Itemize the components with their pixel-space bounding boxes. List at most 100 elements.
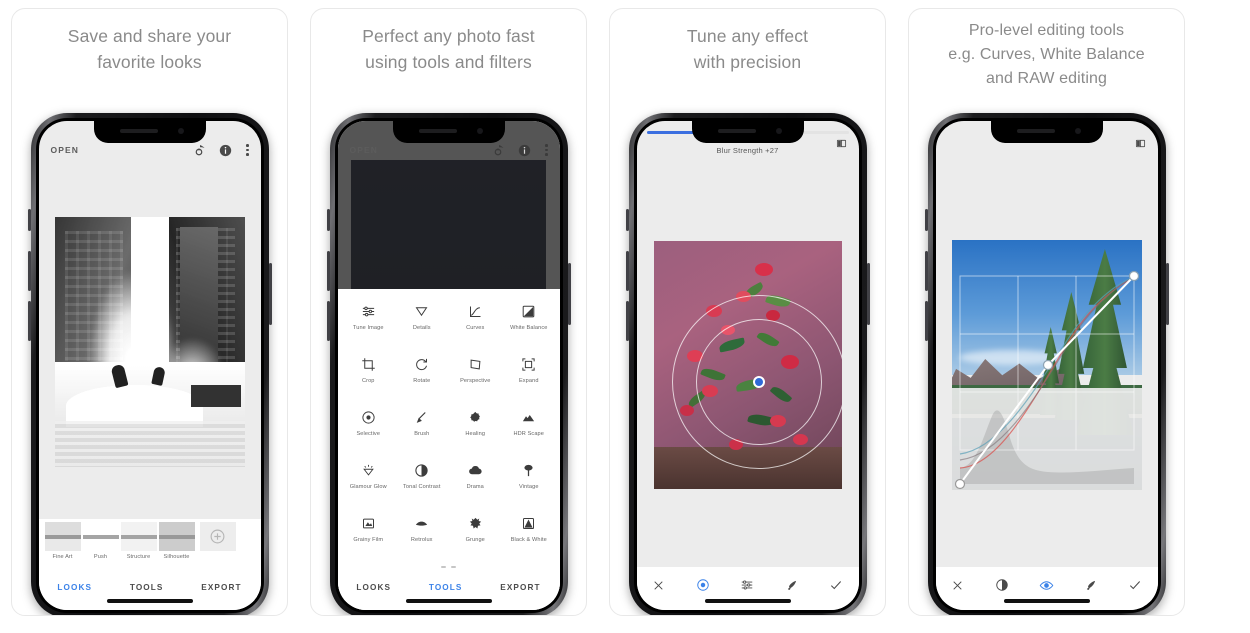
tools-grid[interactable]: Tune Image Details Curves — [338, 297, 560, 561]
gallery-card-2[interactable]: Perfect any photo fast using tools and f… — [310, 8, 587, 616]
phone-mockup-4 — [928, 113, 1166, 616]
tool-details[interactable]: Details — [395, 301, 449, 349]
edit-toolbar-3[interactable] — [637, 567, 859, 610]
tool-vintage[interactable]: Vintage — [502, 460, 556, 508]
tool-label: Tonal Contrast — [403, 484, 440, 491]
black-white-icon — [521, 513, 536, 533]
home-indicator — [406, 599, 492, 603]
look-label: Fine Art — [45, 554, 81, 560]
tool-hdr-scape[interactable]: HDR Scape — [502, 407, 556, 455]
look-thumbnail[interactable]: Structure — [121, 522, 157, 560]
phone-4-screen — [936, 121, 1158, 610]
curves-icon — [468, 301, 483, 321]
photo-canvas-1[interactable] — [39, 165, 261, 519]
gallery-card-4[interactable]: Pro-level editing tools e.g. Curves, Whi… — [908, 8, 1185, 616]
home-indicator — [1004, 599, 1090, 603]
tool-brush[interactable]: Brush — [395, 407, 449, 455]
card-3-caption-line1: Tune any effect — [624, 23, 871, 49]
overflow-menu-icon[interactable] — [246, 144, 249, 156]
perspective-icon — [468, 354, 483, 374]
look-thumbnail[interactable]: Push — [83, 522, 119, 560]
tool-label: Brush — [414, 431, 429, 438]
tools-sheet[interactable]: Tune Image Details Curves — [338, 289, 560, 610]
hdr-scape-icon — [521, 407, 536, 427]
adjust-sliders-icon[interactable] — [737, 575, 757, 595]
home-indicator — [107, 599, 193, 603]
tool-grunge[interactable]: Grunge — [449, 513, 503, 561]
photo-canvas-4[interactable] — [936, 163, 1158, 567]
info-icon[interactable] — [219, 144, 232, 157]
phone-mockup-1: OPEN — [31, 113, 269, 616]
cancel-icon[interactable] — [649, 575, 669, 595]
mute-switch — [28, 209, 31, 231]
tool-selective[interactable]: Selective — [342, 407, 396, 455]
tool-tune-image[interactable]: Tune Image — [342, 301, 396, 349]
edit-toolbar-4[interactable] — [936, 567, 1158, 610]
tune-sliders-icon — [361, 301, 376, 321]
look-thumbnail[interactable]: Silhouette — [159, 522, 195, 560]
tool-drama[interactable]: Drama — [449, 460, 503, 508]
tab-looks[interactable]: LOOKS — [57, 583, 92, 592]
edited-photo-flowers — [654, 241, 842, 489]
gallery-card-3[interactable]: Tune any effect with precision Blur Stre… — [609, 8, 886, 616]
export-icon[interactable] — [194, 144, 206, 156]
phone-1-screen: OPEN — [39, 121, 261, 610]
tool-glamour-glow[interactable]: Glamour Glow — [342, 460, 396, 508]
edited-photo-landscape — [952, 240, 1142, 490]
tab-looks[interactable]: LOOKS — [356, 583, 391, 592]
compare-split-icon[interactable] — [836, 138, 847, 151]
confirm-check-icon[interactable] — [826, 575, 846, 595]
tool-tonal-contrast[interactable]: Tonal Contrast — [395, 460, 449, 508]
photo-canvas-3[interactable] — [637, 163, 859, 567]
blur-center-control-point[interactable] — [753, 376, 765, 388]
tool-black-white[interactable]: Black & White — [502, 513, 556, 561]
tool-label: Retrolux — [411, 537, 433, 544]
tool-label: Grunge — [466, 537, 485, 544]
preview-eye-icon[interactable] — [1036, 575, 1056, 595]
confirm-check-icon[interactable] — [1125, 575, 1145, 595]
channel-circle-icon[interactable] — [992, 575, 1012, 595]
tool-crop[interactable]: Crop — [342, 354, 396, 402]
tool-label: Perspective — [460, 378, 490, 385]
overflow-menu-icon[interactable] — [545, 144, 548, 156]
tab-tools[interactable]: TOOLS — [429, 583, 463, 592]
tool-rotate[interactable]: Rotate — [395, 354, 449, 402]
open-button[interactable]: OPEN — [51, 145, 80, 155]
volume-down-button — [28, 301, 31, 341]
tool-perspective[interactable]: Perspective — [449, 354, 503, 402]
card-2-caption: Perfect any photo fast using tools and f… — [311, 9, 586, 75]
compare-split-icon[interactable] — [1135, 138, 1146, 151]
tool-healing[interactable]: Healing — [449, 407, 503, 455]
tool-curves[interactable]: Curves — [449, 301, 503, 349]
tool-label: Healing — [465, 431, 485, 438]
screenshot-gallery: Save and share your favorite looks OPEN — [0, 0, 1250, 633]
tab-export[interactable]: EXPORT — [201, 583, 241, 592]
export-icon[interactable] — [493, 144, 505, 156]
cancel-icon[interactable] — [948, 575, 968, 595]
tab-tools[interactable]: TOOLS — [130, 583, 164, 592]
tab-export[interactable]: EXPORT — [500, 583, 540, 592]
tool-white-balance[interactable]: White Balance — [502, 301, 556, 349]
card-2-caption-line1: Perfect any photo fast — [325, 23, 572, 49]
info-icon[interactable] — [518, 144, 531, 157]
look-thumbnail[interactable]: Fine Art — [45, 522, 81, 560]
tool-retrolux[interactable]: Retrolux — [395, 513, 449, 561]
tool-label: Curves — [466, 325, 484, 332]
phone-2-screen: OPEN — [338, 121, 560, 610]
tab-bar-2[interactable]: LOOKS TOOLS EXPORT — [338, 570, 560, 610]
tool-expand[interactable]: Expand — [502, 354, 556, 402]
tool-label: Expand — [519, 378, 539, 385]
add-look-button[interactable] — [200, 522, 236, 551]
open-button[interactable]: OPEN — [350, 145, 379, 155]
mask-brush-icon[interactable] — [782, 575, 802, 595]
gallery-card-1[interactable]: Save and share your favorite looks OPEN — [11, 8, 288, 616]
tool-grainy-film[interactable]: Grainy Film — [342, 513, 396, 561]
sheet-pager — [338, 561, 560, 570]
tool-label: Selective — [356, 431, 380, 438]
lens-blur-target-icon[interactable] — [693, 575, 713, 595]
curves-editor[interactable] — [952, 240, 1142, 490]
mask-brush-icon[interactable] — [1081, 575, 1101, 595]
looks-filmstrip[interactable]: Fine Art Push Structure — [39, 519, 261, 570]
white-balance-icon — [521, 301, 536, 321]
tab-bar-1[interactable]: LOOKS TOOLS EXPORT — [39, 570, 261, 610]
